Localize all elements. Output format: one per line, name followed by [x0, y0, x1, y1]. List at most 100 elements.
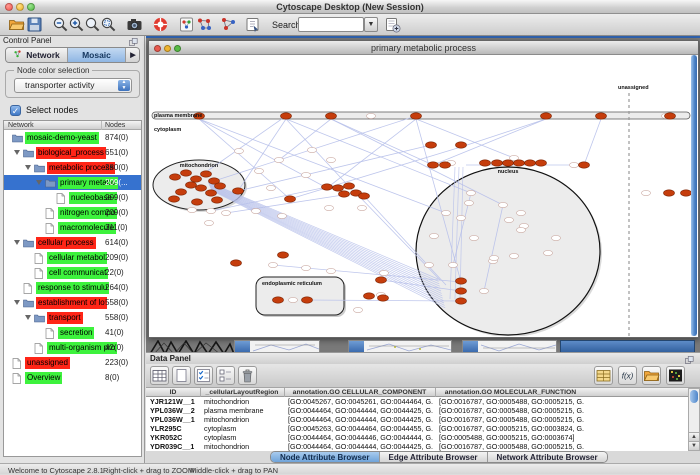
float-panel-icon[interactable] — [128, 36, 140, 46]
tree-row-transport[interactable]: transport 558(0) — [4, 310, 141, 325]
table-col-header[interactable]: annotation.GO MOLECULAR_FUNCTION — [445, 389, 576, 396]
search-dropdown-button[interactable]: ▼ — [364, 17, 378, 32]
expander-icon[interactable] — [14, 150, 20, 155]
tree-row-cellular-metabol[interactable]: cellular metabol209(0) — [4, 250, 141, 265]
select-attributes-icon[interactable] — [194, 366, 213, 385]
network-graph[interactable]: plasma membranecytoplasmmitochondrionnuc… — [150, 55, 691, 336]
tree-row-node-count: 8(0) — [105, 370, 119, 385]
scroll-down-arrow[interactable]: ▼ — [689, 441, 699, 450]
table-vertical-scrollbar[interactable]: ▲ ▼ — [688, 388, 700, 451]
data-panel: Data Panel f(x) ID_cellularLayoutRegiona… — [146, 352, 700, 463]
tab-edge-attribute-browser[interactable]: Edge Attribute Browser — [380, 452, 488, 462]
tree-row-macromolecule[interactable]: macromolecule311(0) — [4, 220, 141, 235]
tree-row-node-count: 874(0) — [105, 130, 128, 145]
inner-minimize-button[interactable] — [164, 45, 171, 52]
tree-row-cell-communicat[interactable]: cell communicat22(0) — [4, 265, 141, 280]
data-panel-toolbar: f(x) — [146, 364, 700, 388]
tab-overflow-arrow[interactable]: ▶ — [126, 48, 140, 62]
network-canvas[interactable]: plasma membranecytoplasmmitochondrionnuc… — [150, 55, 691, 336]
tree-row-metabolic-process[interactable]: metabolic process280(0) — [4, 160, 141, 175]
tree-row-label: transport — [47, 312, 83, 324]
tree-row-establishment-of-lo[interactable]: establishment of lo558(0) — [4, 295, 141, 310]
network-edges-icon[interactable] — [220, 16, 238, 34]
tab-label: Mosaic — [82, 50, 111, 60]
tree-row-node-count: 209(0) — [105, 190, 128, 205]
annotation-icon[interactable] — [244, 16, 262, 34]
tree-row-mosaic-demo-yeast[interactable]: mosaic-demo-yeast874(0) — [4, 130, 141, 145]
attribute-grid-icon[interactable] — [150, 366, 169, 385]
select-nodes-checkbox[interactable]: ✓ — [10, 105, 21, 116]
new-attribute-icon[interactable] — [172, 366, 191, 385]
table-row-ypl036w__2[interactable]: YPL036W__2plasma membrane[GO:0044464, GO… — [146, 406, 688, 415]
tree-row-node-count: 223(0) — [105, 355, 128, 370]
table-cell: [GO:0044464, GO:0044444, GO:0044425, G..… — [288, 415, 433, 424]
tab-mosaic[interactable]: Mosaic — [68, 48, 126, 62]
inner-zoom-button[interactable] — [174, 45, 181, 52]
tree-row-cellular-process[interactable]: cellular process614(0) — [4, 235, 141, 250]
tree-row-unassigned[interactable]: unassigned223(0) — [4, 355, 141, 370]
table-col-header[interactable]: annotation.GO CELLULAR_COMPONENT — [293, 389, 427, 396]
snapshot-icon[interactable] — [126, 16, 144, 34]
tree-col-network: Network — [8, 122, 34, 129]
minimize-window-button[interactable] — [16, 3, 24, 11]
close-window-button[interactable] — [5, 3, 13, 11]
tree-row-node-count: 264(0) — [105, 280, 128, 295]
table-col-header[interactable]: ID — [170, 389, 177, 396]
tree-row-biological-process[interactable]: biological_process651(0) — [4, 145, 141, 160]
tree-row-nitrogen-compo[interactable]: nitrogen compo209(0) — [4, 205, 141, 220]
delete-attribute-icon[interactable] — [238, 366, 257, 385]
expander-icon[interactable] — [36, 180, 42, 185]
table-cell: [GO:0044464, GO:0044444, GO:0044425, G..… — [288, 406, 433, 415]
tab-network[interactable]: Network — [6, 48, 68, 62]
tree-row-label: secretion — [58, 327, 94, 339]
expander-icon[interactable] — [14, 300, 20, 305]
expander-icon[interactable] — [25, 315, 31, 320]
node-color-dropdown[interactable]: transporter activity ▲▼ — [14, 78, 132, 93]
tree-header: Network Nodes — [4, 121, 141, 130]
save-session-icon[interactable] — [26, 16, 44, 34]
float-panel-icon[interactable] — [684, 354, 696, 364]
inner-close-button[interactable] — [154, 45, 161, 52]
tree-row-node-count: 558(0) — [105, 310, 128, 325]
table-row-ylr295c[interactable]: YLR295Ccytoplasm[GO:0045263, GO:0044464,… — [146, 424, 688, 433]
open-folder-icon[interactable] — [642, 366, 661, 385]
table-cell: [GO:0016787, GO:0005488, GO:0005215, G..… — [439, 397, 584, 406]
open-session-icon[interactable] — [8, 16, 26, 34]
tree-row-nucleobase-[interactable]: nucleobase-209(0) — [4, 190, 141, 205]
tree-row-multi-organism-pro[interactable]: multi-organism pro42(0) — [4, 340, 141, 355]
help-icon[interactable] — [152, 16, 170, 34]
matrix-icon[interactable] — [666, 366, 685, 385]
tree-row-overview[interactable]: Overview8(0) — [4, 370, 141, 385]
expander-icon[interactable] — [25, 165, 31, 170]
unselect-attributes-icon[interactable] — [216, 366, 235, 385]
tree-row-node-count: 209(0) — [105, 205, 128, 220]
formula-builder-icon[interactable]: f(x) — [618, 366, 637, 385]
zoom-window-button[interactable] — [27, 3, 35, 11]
network-view-titlebar[interactable]: primary metabolic process — [149, 41, 698, 55]
svg-text:unassigned: unassigned — [618, 85, 649, 91]
attribute-browser-icon[interactable] — [384, 16, 402, 34]
table-row-yjr121w__1[interactable]: YJR121W__1mitochondrion[GO:0045267, GO:0… — [146, 397, 688, 406]
status-zoom-hint: Right-click + drag to ZOOM — [103, 466, 194, 475]
search-input[interactable] — [298, 17, 364, 32]
table-col-header[interactable]: _cellularLayoutRegion — [206, 389, 279, 396]
table-cell: [GO:0044464, GO:0044446, GO:0044444, G..… — [288, 433, 433, 442]
import-table-icon[interactable] — [594, 366, 613, 385]
network-nodes-icon[interactable] — [196, 16, 214, 34]
tree-row-response-to-stimulu[interactable]: response to stimulu264(0) — [4, 280, 141, 295]
table-row-ydr039c__1[interactable]: YDR039C__1mitochondrion[GO:0044464, GO:0… — [146, 442, 688, 451]
tree-row-secretion[interactable]: secretion41(0) — [4, 325, 141, 340]
table-cell: YLR295C — [150, 424, 182, 433]
tree-row-primary-metabo[interactable]: primary metabo209(... — [4, 175, 141, 190]
tab-node-attribute-browser[interactable]: Node Attribute Browser — [271, 452, 380, 462]
tab-network-attribute-browser[interactable]: Network Attribute Browser — [488, 452, 607, 462]
zoom-fit-icon[interactable] — [100, 16, 118, 34]
vizmapper-icon[interactable] — [178, 16, 196, 34]
expander-icon[interactable] — [14, 240, 20, 245]
table-row-ypl036w__1[interactable]: YPL036W__1mitochondrion[GO:0044464, GO:0… — [146, 415, 688, 424]
tree-row-node-count: 280(0) — [105, 160, 128, 175]
canvas-vertical-scrollbar[interactable] — [691, 55, 697, 336]
window-titlebar: Cytoscape Desktop (New Session) — [0, 0, 700, 14]
table-row-ykr052c[interactable]: YKR052Ccytoplasm[GO:0044464, GO:0044446,… — [146, 433, 688, 442]
scroll-up-arrow[interactable]: ▲ — [689, 432, 699, 441]
